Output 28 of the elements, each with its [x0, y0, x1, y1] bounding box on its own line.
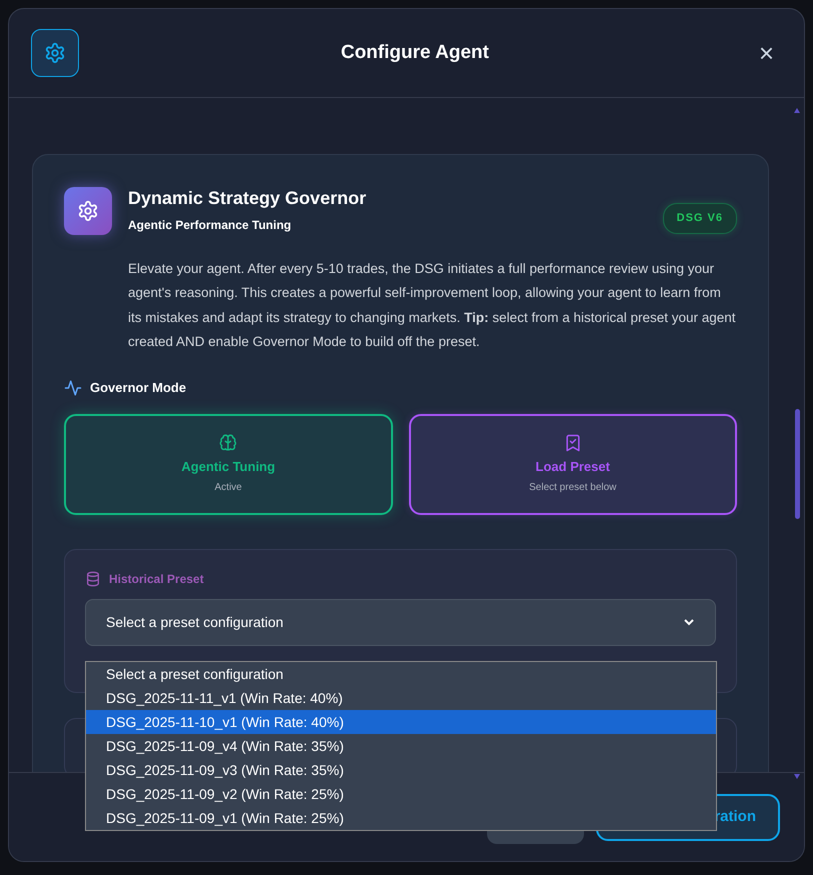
select-value: Select a preset configuration: [106, 612, 284, 632]
mode-status: Active: [214, 481, 242, 496]
preset-select[interactable]: Select a preset configuration: [85, 598, 716, 646]
mode-option[interactable]: Load Preset Select preset below: [408, 414, 737, 515]
dropdown-option[interactable]: DSG_2025-11-11_v1 (Win Rate: 40%): [86, 686, 716, 710]
dropdown-option[interactable]: DSG_2025-11-09_v1 (Win Rate: 25%): [86, 806, 716, 830]
settings-icon: [31, 29, 79, 77]
dropdown-option[interactable]: DSG_2025-11-10_v1 (Win Rate: 40%): [86, 710, 716, 734]
settings-icon: [64, 187, 112, 235]
dropdown-option[interactable]: DSG_2025-11-09_v3 (Win Rate: 35%): [86, 758, 716, 782]
mode-title: Load Preset: [536, 458, 610, 476]
mode-option[interactable]: Agentic Tuning Active: [64, 414, 392, 515]
version-badge: DSG V6: [662, 203, 737, 234]
dialog-title: Configure Agent: [340, 42, 490, 64]
activity-icon: [64, 378, 82, 397]
field-label: Historical Preset: [109, 570, 204, 588]
card-subtitle: Agentic Performance Tuning: [128, 217, 292, 234]
dropdown-option[interactable]: DSG_2025-11-09_v4 (Win Rate: 35%): [86, 734, 716, 758]
brain-icon: [218, 432, 238, 453]
database-icon: [85, 570, 101, 587]
description-text: Elevate your agent. After every 5-10 trades, the DSG initiates a full performance review using your agent's reasoning. This creates a powerful self-improvement loop, allowing your agent to learn from its mistakes and adapt its strategy to changing markets. Tip: select from a historical preset your agent created AND enable Governor Mode to build off the preset.: [128, 260, 737, 351]
card-title: Dynamic Strategy Governor: [128, 187, 368, 210]
dropdown-option[interactable]: Select a preset configuration: [86, 662, 716, 686]
section-label: Governor Mode: [90, 379, 186, 398]
mode-title: Agentic Tuning: [181, 458, 276, 476]
close-button[interactable]: ×: [750, 40, 782, 66]
dropdown-option[interactable]: DSG_2025-11-09_v2 (Win Rate: 25%): [86, 782, 716, 806]
mode-status: Select preset below: [529, 481, 616, 496]
